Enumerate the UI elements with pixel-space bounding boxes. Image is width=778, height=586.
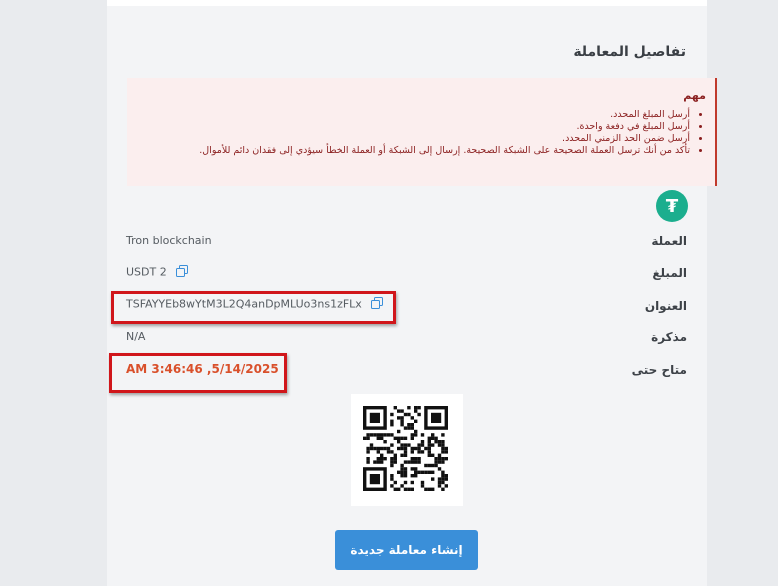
transaction-details-panel: تفاصيل المعاملة مهم أرسل المبلغ المحدد. … — [107, 6, 717, 586]
available-until-value: AM 3:46:46 ,5/14/2025 — [126, 362, 279, 376]
copy-icon[interactable] — [371, 297, 384, 312]
address-label: العنوان — [644, 299, 687, 313]
qr-code — [351, 394, 463, 506]
memo-label: مذكرة — [651, 330, 687, 344]
important-alert: مهم أرسل المبلغ المحدد. أرسل المبلغ في د… — [127, 78, 717, 186]
available-until-label: متاح حتى — [631, 363, 687, 377]
alert-item: أرسل المبلغ في دفعة واحدة. — [199, 121, 690, 133]
memo-value: N/A — [126, 330, 146, 343]
alert-item: أرسل المبلغ المحدد. — [199, 109, 690, 121]
alert-item: تأكد من أنك ترسل العملة الصحيحة على الشب… — [199, 145, 690, 157]
address-value: TSFAYYEb8wYtM3L2Q4anDpMLUo3ns1zFLx — [126, 297, 362, 311]
page-title: تفاصيل المعاملة — [573, 44, 686, 60]
currency-label: العملة — [651, 234, 687, 248]
alert-title: مهم — [683, 89, 706, 102]
new-transaction-button[interactable]: إنشاء معاملة جديدة — [335, 530, 478, 570]
amount-value: USDT 2 — [126, 265, 167, 279]
alert-list: أرسل المبلغ المحدد. أرسل المبلغ في دفعة … — [199, 109, 706, 157]
alert-item: أرسل ضمن الحد الزمني المحدد. — [199, 133, 690, 145]
amount-row: USDT 2 — [126, 265, 189, 280]
amount-label: المبلغ — [652, 266, 687, 280]
usdt-logo-icon: ₮ — [656, 190, 688, 222]
copy-icon[interactable] — [176, 265, 189, 280]
address-row: TSFAYYEb8wYtM3L2Q4anDpMLUo3ns1zFLx — [126, 297, 384, 312]
currency-value: Tron blockchain — [126, 234, 212, 247]
